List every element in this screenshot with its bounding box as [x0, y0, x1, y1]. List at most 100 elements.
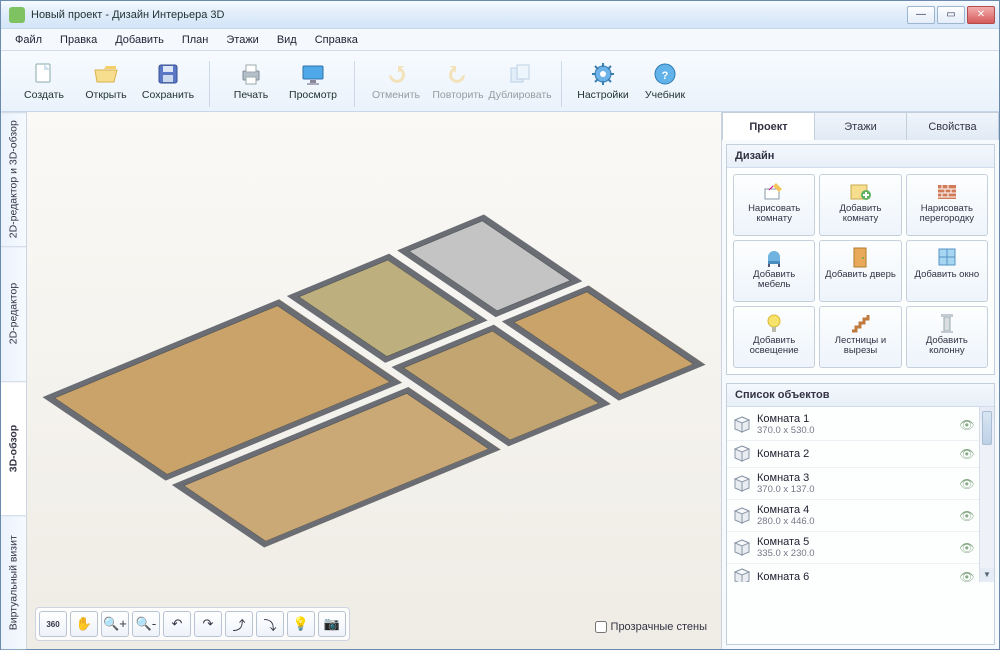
visibility-eye-icon[interactable]: 👁 [958, 570, 976, 582]
zoom-in-button[interactable]: 🔍+ [101, 611, 129, 637]
visibility-eye-icon[interactable]: 👁 [958, 447, 976, 461]
add-lighting-button[interactable]: Добавить освещение [733, 306, 815, 368]
stairs-icon [848, 312, 872, 334]
room-cube-icon [733, 445, 751, 463]
menu-floors[interactable]: Этажи [218, 31, 266, 49]
object-row[interactable]: Комната 4280.0 x 446.0 👁 [727, 500, 994, 532]
tab-floors[interactable]: Этажи [815, 112, 907, 140]
room-cube-icon [733, 507, 751, 525]
object-row[interactable]: Комната 3370.0 x 137.0 👁 [727, 468, 994, 500]
menu-plan[interactable]: План [174, 31, 217, 49]
draw-partition-button[interactable]: Нарисовать перегородку [906, 174, 988, 236]
tutorial-button[interactable]: ? Учебник [634, 57, 696, 105]
rotate-left-button[interactable]: ↶ [163, 611, 191, 637]
rotate-360-button[interactable]: 360 [39, 611, 67, 637]
right-panel: Проект Этажи Свойства Дизайн Нарисовать … [721, 112, 999, 649]
tilt-down-button[interactable]: ⤵ [256, 611, 284, 637]
menu-add[interactable]: Добавить [107, 31, 172, 49]
3d-viewport[interactable]: 360 ✋ 🔍+ 🔍- ↶ ↷ ⤴ ⤵ 💡 📷 Прозрачные стены [27, 112, 721, 649]
add-furniture-button[interactable]: Добавить мебель [733, 240, 815, 302]
add-window-button[interactable]: Добавить окно [906, 240, 988, 302]
visibility-eye-icon[interactable]: 👁 [958, 509, 976, 523]
visibility-eye-icon[interactable]: 👁 [958, 541, 976, 555]
object-row[interactable]: Комната 5335.0 x 230.0👁 [727, 532, 994, 564]
design-section-title: Дизайн [727, 145, 994, 168]
stairs-cuts-button[interactable]: Лестницы и вырезы [819, 306, 901, 368]
chair-icon [762, 246, 786, 268]
undo-button[interactable]: Отменить [365, 57, 427, 105]
object-dimensions: 280.0 x 446.0 [757, 516, 952, 527]
add-room-button[interactable]: Добавить комнату [819, 174, 901, 236]
scroll-thumb[interactable] [982, 411, 992, 445]
door-icon [848, 246, 872, 268]
tab-properties[interactable]: Свойства [907, 112, 999, 140]
draw-room-button[interactable]: Нарисовать комнату [733, 174, 815, 236]
visibility-eye-icon[interactable]: 👁 [958, 477, 976, 491]
room-cube-icon [733, 416, 751, 434]
minimize-button[interactable]: — [907, 6, 935, 24]
transparent-walls-toggle[interactable]: Прозрачные стены [589, 621, 713, 633]
menu-view[interactable]: Вид [269, 31, 305, 49]
object-dimensions: 335.0 x 230.0 [757, 548, 952, 559]
app-icon [9, 7, 25, 23]
objects-section: Список объектов ▲ ▼ Комната 1370.0 x 530… [726, 383, 995, 645]
object-name: Комната 1 [757, 413, 952, 425]
redo-button[interactable]: Повторить [427, 57, 489, 105]
tab-3d-view[interactable]: 3D-обзор [1, 381, 26, 515]
close-button[interactable]: ✕ [967, 6, 995, 24]
menu-help[interactable]: Справка [307, 31, 366, 49]
list-scrollbar[interactable]: ▲ ▼ [979, 407, 994, 582]
rotate-right-button[interactable]: ↷ [194, 611, 222, 637]
undo-icon [382, 61, 410, 87]
zoom-out-button[interactable]: 🔍- [132, 611, 160, 637]
object-row[interactable]: Комната 6👁 [727, 564, 994, 582]
add-column-button[interactable]: Добавить колонну [906, 306, 988, 368]
tab-project[interactable]: Проект [722, 112, 815, 140]
object-row[interactable]: Комната 2 👁 [727, 441, 994, 468]
lighting-button[interactable]: 💡 [287, 611, 315, 637]
window-icon [935, 246, 959, 268]
open-button[interactable]: Открыть [75, 57, 137, 105]
pencil-room-icon [762, 180, 786, 202]
print-button[interactable]: Печать [220, 57, 282, 105]
visibility-eye-icon[interactable]: 👁 [958, 418, 976, 432]
tilt-up-button[interactable]: ⤴ [225, 611, 253, 637]
create-button[interactable]: Создать [13, 57, 75, 105]
floorplan-3d [27, 112, 721, 649]
duplicate-button[interactable]: Дублировать [489, 57, 551, 105]
room-cube-icon [733, 568, 751, 582]
pan-button[interactable]: ✋ [70, 611, 98, 637]
gear-icon [589, 61, 617, 87]
object-name: Комната 4 [757, 504, 952, 516]
transparent-walls-checkbox[interactable] [595, 621, 607, 633]
camera-button[interactable]: 📷 [318, 611, 346, 637]
new-file-icon [30, 61, 58, 87]
brick-wall-icon [935, 180, 959, 202]
redo-icon [444, 61, 472, 87]
room-cube-icon [733, 539, 751, 557]
object-dimensions: 370.0 x 137.0 [757, 484, 952, 495]
preview-button[interactable]: Просмотр [282, 57, 344, 105]
add-door-button[interactable]: Добавить дверь [819, 240, 901, 302]
tab-2d-editor[interactable]: 2D-редактор [1, 246, 26, 380]
menu-file[interactable]: Файл [7, 31, 50, 49]
save-icon [154, 61, 182, 87]
settings-button[interactable]: Настройки [572, 57, 634, 105]
object-name: Комната 3 [757, 472, 952, 484]
viewport-toolbar: 360 ✋ 🔍+ 🔍- ↶ ↷ ⤴ ⤵ 💡 📷 [35, 607, 350, 641]
scroll-down-icon[interactable]: ▼ [980, 568, 994, 582]
tab-2d-3d-combined[interactable]: 2D-редактор и 3D-обзор [1, 112, 26, 246]
monitor-icon [299, 61, 327, 87]
object-row[interactable]: Комната 1370.0 x 530.0👁 [727, 409, 994, 441]
folder-open-icon [92, 61, 120, 87]
duplicate-icon [506, 61, 534, 87]
objects-list[interactable]: ▲ ▼ Комната 1370.0 x 530.0👁Комната 2👁Ком… [727, 407, 994, 582]
maximize-button[interactable]: ▭ [937, 6, 965, 24]
tab-virtual-visit[interactable]: Виртуальный визит [1, 515, 26, 649]
object-name: Комната 2 [757, 448, 952, 460]
menu-edit[interactable]: Правка [52, 31, 105, 49]
window-title: Новый проект - Дизайн Интерьера 3D [31, 9, 224, 21]
design-grid: Нарисовать комнату Добавить комнату Нари… [727, 168, 994, 374]
save-button[interactable]: Сохранить [137, 57, 199, 105]
svg-text:?: ? [662, 70, 669, 82]
